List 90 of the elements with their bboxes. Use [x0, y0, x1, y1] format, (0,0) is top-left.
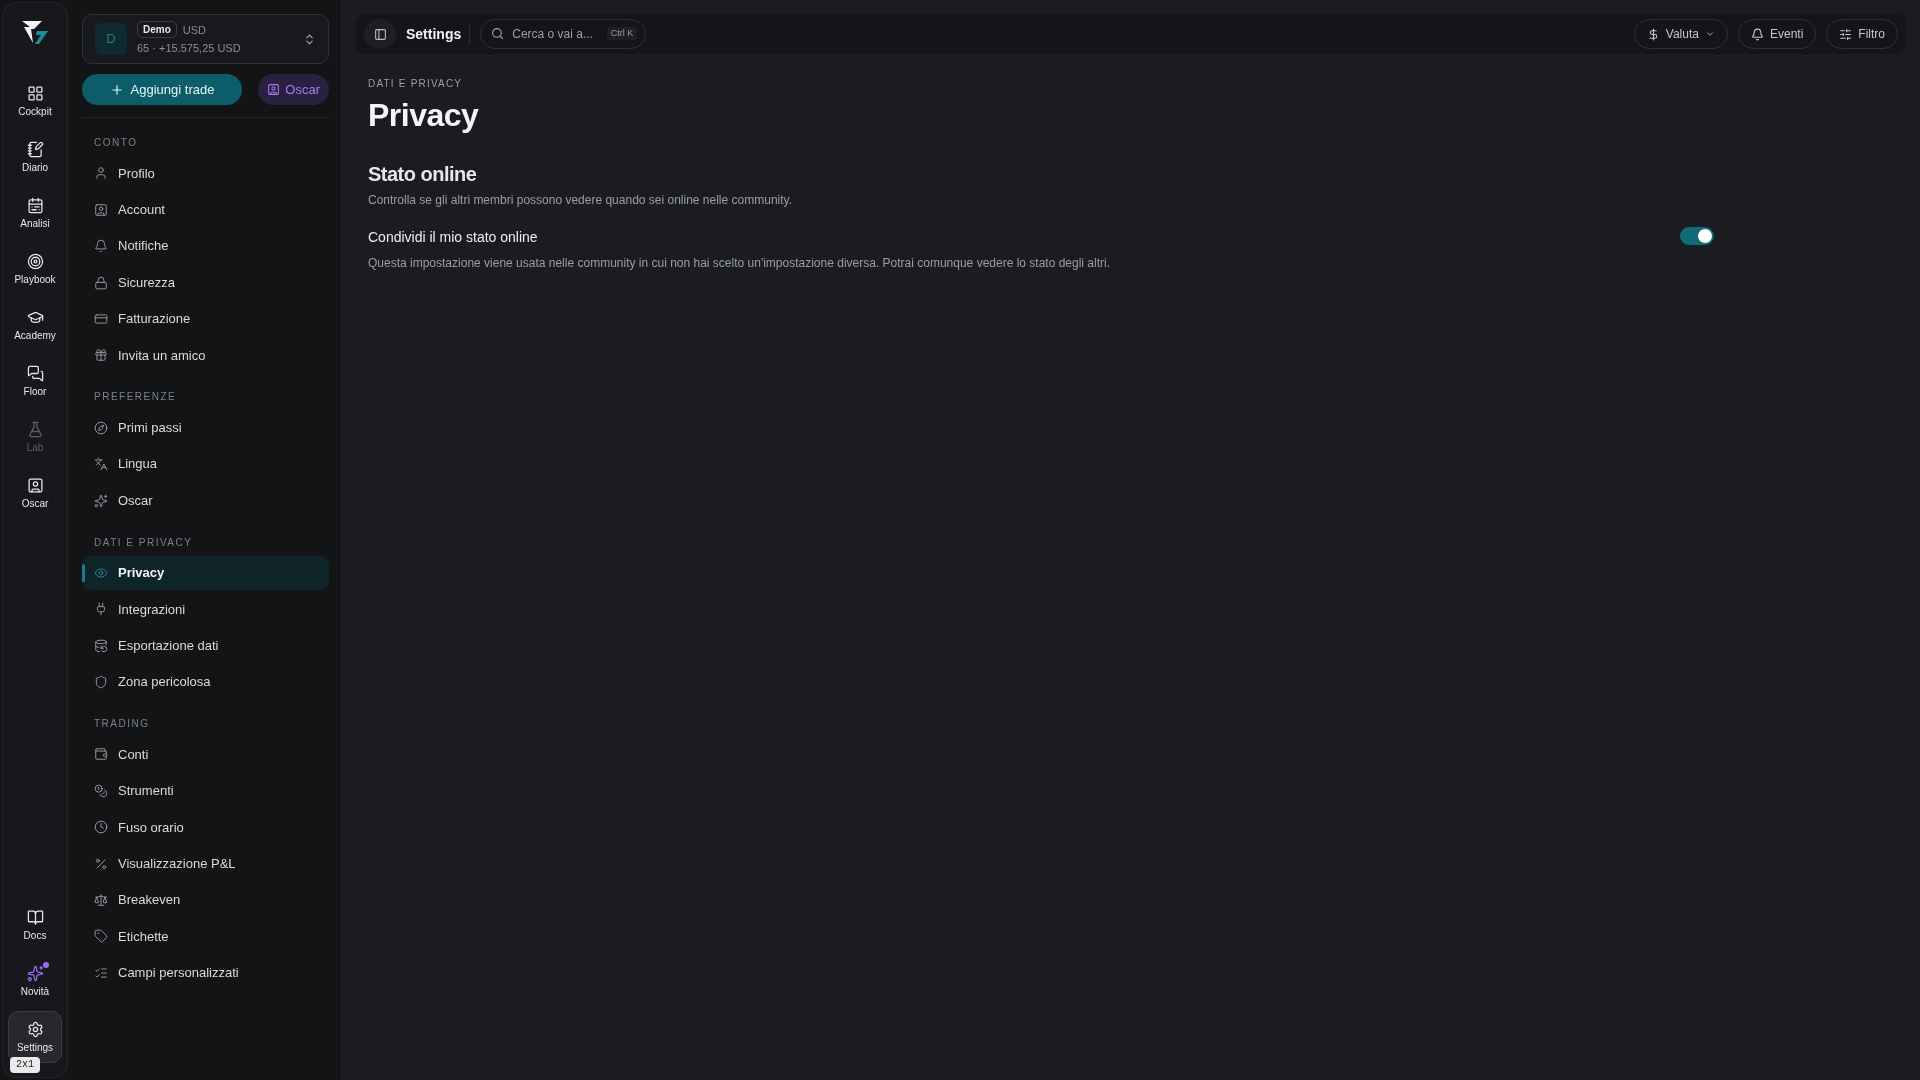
breadcrumb: DATI E PRIVACY — [368, 77, 464, 91]
add-trade-button[interactable]: Aggiungi trade — [82, 74, 242, 105]
settings-nav-item[interactable]: Privacy — [82, 555, 329, 590]
rail-item[interactable]: Analisi — [8, 187, 62, 239]
account-switcher[interactable]: D Demo USD 65 · +15.575,25 USD — [82, 14, 329, 64]
rail-item[interactable]: Floor — [8, 355, 62, 407]
database-icon — [94, 638, 108, 653]
id-card-icon — [94, 202, 108, 217]
user-icon — [94, 166, 108, 181]
translate-icon — [94, 457, 108, 472]
shield-icon — [94, 675, 108, 690]
settings-nav-item[interactable]: Profilo — [82, 156, 329, 191]
wallet-icon — [94, 747, 108, 762]
sliders-icon — [1839, 27, 1853, 41]
oscar-button[interactable]: Oscar — [258, 74, 329, 105]
user-square-icon — [26, 477, 44, 494]
clock-icon — [94, 820, 108, 835]
rail-item[interactable]: Docs — [8, 899, 62, 951]
eye-icon — [94, 565, 108, 580]
graduation-cap-icon — [26, 309, 44, 326]
settings-nav-item[interactable]: Sicurezza — [82, 265, 329, 300]
flask-icon — [26, 421, 44, 438]
percent-icon — [94, 856, 108, 871]
settings-nav-item[interactable]: Account — [82, 192, 329, 227]
target-icon — [26, 253, 44, 270]
chevron-down-icon — [1704, 29, 1715, 39]
account-avatar: D — [95, 23, 127, 55]
rail-item[interactable]: Playbook — [8, 243, 62, 295]
settings-nav-item[interactable]: Fatturazione — [82, 301, 329, 336]
bell-icon — [94, 239, 108, 254]
settings-nav-item[interactable]: Conti — [82, 737, 329, 772]
user-square-icon — [267, 83, 281, 96]
sidebar-toggle-button[interactable] — [364, 19, 396, 49]
settings-nav-item[interactable]: Lingua — [82, 447, 329, 482]
bell-icon — [1750, 27, 1764, 41]
setting-label: Condividi il mio stato online — [368, 228, 539, 247]
currency-label: USD — [182, 22, 207, 38]
page-title: Settings — [406, 23, 471, 45]
settings-icon — [26, 1021, 44, 1038]
shortcut-badge: 2x1 — [10, 1057, 40, 1073]
rail-item[interactable]: Novità — [8, 955, 62, 1007]
settings-nav-item[interactable]: Esportazione dati — [82, 628, 329, 663]
plug-icon — [94, 602, 108, 617]
settings-nav-item[interactable]: Zona pericolosa — [82, 665, 329, 700]
gift-icon — [94, 348, 108, 363]
settings-nav-item[interactable]: Notifiche — [82, 229, 329, 264]
account-summary: 65 · +15.575,25 USD — [137, 41, 241, 57]
section-heading: DATI E PRIVACY — [93, 535, 194, 550]
mode-tag: Demo — [137, 21, 177, 39]
settings-nav-item[interactable]: Invita un amico — [82, 338, 329, 373]
plus-icon — [109, 82, 124, 97]
sparkles-icon — [94, 493, 108, 508]
settings-nav-item[interactable]: Primi passi — [82, 410, 329, 445]
coins-icon — [94, 783, 108, 798]
grid-icon — [26, 85, 44, 102]
section-title: Stato online — [368, 162, 478, 187]
shortcut-key: Ctrl K — [606, 27, 638, 40]
settings-nav-item[interactable]: Integrazioni — [82, 592, 329, 627]
tag-icon — [94, 929, 108, 944]
chat-icon — [26, 365, 44, 382]
settings-nav-item[interactable]: Breakeven — [82, 883, 329, 918]
settings-nav-item[interactable]: Etichette — [82, 919, 329, 954]
book-icon — [26, 909, 44, 926]
settings-nav-item[interactable]: Campi personalizzati — [82, 955, 329, 990]
rail-item[interactable]: Cockpit — [8, 75, 62, 127]
chevrons-icon — [303, 32, 316, 46]
notebook-icon — [26, 141, 44, 158]
section-heading: TRADING — [93, 717, 151, 732]
search-icon — [491, 27, 505, 40]
section-heading: CONTO — [93, 136, 139, 150]
page-heading: Privacy — [368, 96, 480, 135]
checklist-icon — [94, 965, 108, 980]
settings-nav-item[interactable]: Fuso orario — [82, 810, 329, 845]
section-description: Controlla se gli altri membri possono vedere quando sei online nelle community. — [368, 192, 793, 209]
panel-icon — [373, 27, 387, 41]
compass-icon — [94, 420, 108, 435]
settings-nav-item[interactable]: Oscar — [82, 483, 329, 518]
section-heading: PREFERENZE — [93, 390, 178, 405]
sparkles-icon — [26, 965, 44, 982]
lock-icon — [94, 275, 108, 290]
calendar-icon — [26, 197, 44, 214]
settings-nav-item[interactable]: Strumenti — [82, 773, 329, 808]
card-icon — [94, 311, 108, 326]
setting-description: Questa impostazione viene usata nelle community in cui non hai scelto un'impostazione diversa. Potrai comunque vedere lo stato degli altri. — [368, 255, 1111, 272]
rail-item[interactable]: Academy — [8, 299, 62, 351]
rail-item[interactable]: Diario — [8, 131, 62, 183]
scale-icon — [94, 893, 108, 908]
settings-nav-item[interactable]: Visualizzazione P&L — [82, 846, 329, 881]
toggle-switch[interactable] — [1680, 227, 1714, 245]
rail-item[interactable]: Oscar — [8, 467, 62, 519]
